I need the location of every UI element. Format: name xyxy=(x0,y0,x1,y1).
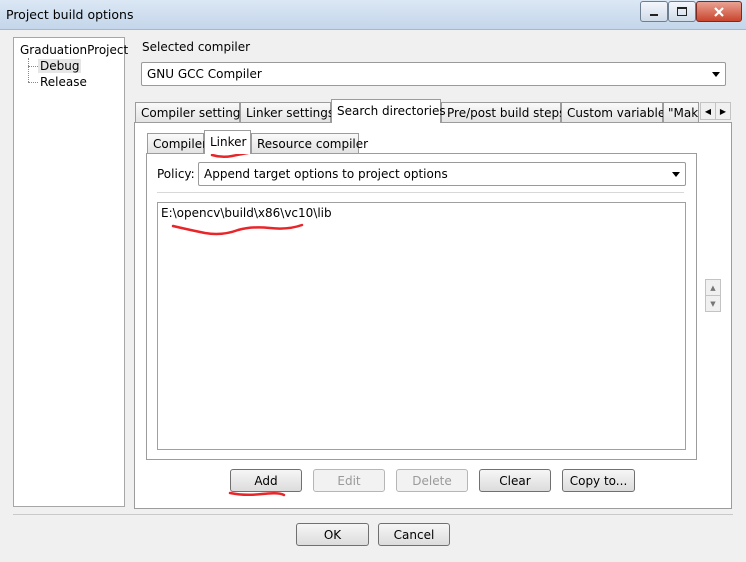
chevron-down-icon xyxy=(712,72,720,77)
subtab-resource-compiler[interactable]: Resource compiler xyxy=(251,133,368,154)
edit-button[interactable]: Edit xyxy=(313,469,385,492)
add-button[interactable]: Add xyxy=(230,469,302,492)
policy-label: Policy: xyxy=(157,167,195,181)
chevron-down-icon xyxy=(672,172,680,177)
tree-item-release[interactable]: Release xyxy=(40,75,87,89)
policy-select[interactable]: Append target options to project options xyxy=(198,162,686,186)
tree-item-debug[interactable]: Debug xyxy=(38,59,82,73)
tree-connector xyxy=(28,58,29,82)
minimize-button[interactable] xyxy=(640,1,668,22)
close-button[interactable] xyxy=(696,1,742,22)
tab-custom-variables[interactable]: Custom variables xyxy=(561,102,671,123)
clear-button[interactable]: Clear xyxy=(479,469,551,492)
chevron-right-icon: ▶ xyxy=(719,106,727,116)
maximize-icon xyxy=(677,7,687,16)
directory-list[interactable]: E:\opencv\build\x86\vc10\lib xyxy=(157,202,686,450)
tree-connector xyxy=(28,82,38,83)
close-icon xyxy=(714,6,724,17)
selected-compiler-label: Selected compiler xyxy=(142,40,251,54)
tree-item-project[interactable]: GraduationProject xyxy=(20,43,128,57)
title-bar: Project build options xyxy=(0,0,746,30)
copy-to-button[interactable]: Copy to... xyxy=(562,469,635,492)
divider xyxy=(157,192,684,193)
move-up-button[interactable]: ▲ xyxy=(705,279,721,296)
tab-make-commands[interactable]: "Make xyxy=(663,102,699,123)
subtab-compiler[interactable]: Compiler xyxy=(147,133,207,154)
maximize-button[interactable] xyxy=(668,1,696,22)
ok-button[interactable]: OK xyxy=(296,523,369,546)
move-down-button[interactable]: ▼ xyxy=(705,295,721,312)
tree-connector xyxy=(28,66,38,67)
compiler-select-value: GNU GCC Compiler xyxy=(147,67,262,81)
chevron-left-icon: ◀ xyxy=(704,106,712,116)
divider xyxy=(13,514,733,515)
tab-pre-post-build-steps[interactable]: Pre/post build steps xyxy=(441,102,565,123)
directory-list-item[interactable]: E:\opencv\build\x86\vc10\lib xyxy=(161,206,332,220)
compiler-select[interactable]: GNU GCC Compiler xyxy=(141,62,726,86)
minimize-icon xyxy=(650,13,658,16)
tab-scroll-left-button[interactable]: ◀ xyxy=(700,102,716,120)
tab-linker-settings[interactable]: Linker settings xyxy=(240,102,334,123)
arrow-up-icon: ▲ xyxy=(710,283,716,292)
subtab-linker[interactable]: Linker xyxy=(204,130,251,154)
tab-compiler-settings[interactable]: Compiler settings xyxy=(135,102,247,123)
window-title: Project build options xyxy=(6,7,134,22)
cancel-button[interactable]: Cancel xyxy=(378,523,450,546)
arrow-down-icon: ▼ xyxy=(710,299,716,308)
delete-button[interactable]: Delete xyxy=(396,469,468,492)
policy-select-value: Append target options to project options xyxy=(204,167,448,181)
project-tree: GraduationProject Debug Release xyxy=(13,37,128,507)
tab-search-directories[interactable]: Search directories xyxy=(331,99,446,123)
tab-scroll-right-button[interactable]: ▶ xyxy=(715,102,731,120)
